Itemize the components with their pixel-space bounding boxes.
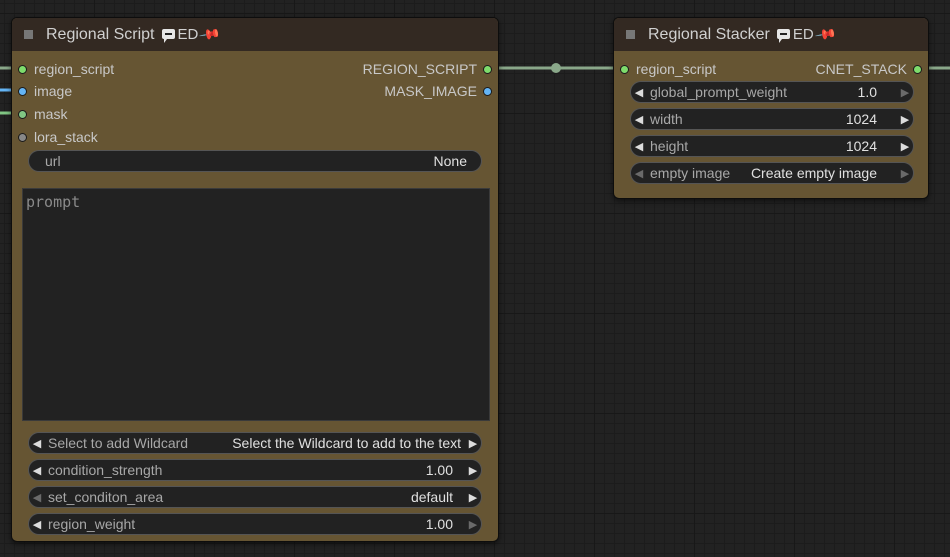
- speech-bubble-icon: [776, 28, 790, 43]
- collapse-toggle-icon[interactable]: [24, 30, 33, 39]
- width-widget[interactable]: ◀ width 1024 ▶: [630, 108, 914, 130]
- url-widget[interactable]: url None: [28, 150, 482, 172]
- output-slot-cnet-stack[interactable]: CNET_STACK: [815, 60, 928, 78]
- input-slot-region-script[interactable]: region_script: [614, 60, 716, 78]
- arrow-right-icon[interactable]: ▶: [897, 86, 913, 99]
- speech-bubble-icon: [161, 28, 175, 43]
- slot-dot-icon[interactable]: [913, 64, 922, 74]
- slot-label: image: [34, 83, 73, 99]
- badge-label: ED: [177, 26, 199, 43]
- output-slot-mask-image[interactable]: MASK_IMAGE: [384, 82, 498, 100]
- collapse-toggle-icon[interactable]: [626, 30, 635, 39]
- arrow-left-icon[interactable]: ◀: [29, 491, 45, 504]
- arrow-left-icon[interactable]: ◀: [631, 140, 647, 153]
- widget-label: condition_strength: [48, 462, 163, 478]
- input-slot-lora-stack[interactable]: lora_stack: [12, 128, 98, 146]
- badge-label: ED: [792, 26, 814, 43]
- widget-value: 1024: [845, 111, 877, 127]
- input-slot-image[interactable]: image: [12, 82, 72, 100]
- prompt-placeholder: prompt: [26, 193, 81, 211]
- widget-label: url: [45, 153, 61, 169]
- widget-value: 1.0: [857, 84, 877, 100]
- slot-label: REGION_SCRIPT: [362, 61, 477, 77]
- arrow-left-icon[interactable]: ◀: [29, 518, 45, 531]
- arrow-left-icon[interactable]: ◀: [29, 464, 45, 477]
- pushpin-icon: 📌: [813, 22, 838, 46]
- widget-value: 1.00: [425, 462, 453, 478]
- node-title: Regional Script: [46, 25, 155, 43]
- widget-value: Create empty image: [750, 165, 877, 181]
- input-slot-mask[interactable]: mask: [12, 105, 67, 123]
- slot-label: lora_stack: [34, 129, 98, 145]
- node-badge: ED 📌: [776, 23, 837, 46]
- regional-script-node[interactable]: Regional Script ED 📌 region_script image…: [11, 17, 499, 542]
- region-weight-widget[interactable]: ◀ region_weight 1.00 ▶: [28, 513, 482, 535]
- slot-dot-icon[interactable]: [18, 132, 27, 142]
- widget-label: height: [650, 138, 689, 154]
- condition-strength-widget[interactable]: ◀ condition_strength 1.00 ▶: [28, 459, 482, 481]
- slot-dot-icon[interactable]: [18, 109, 27, 119]
- widget-value: 1.00: [425, 516, 453, 532]
- widget-value: 1024: [845, 138, 877, 154]
- arrow-left-icon[interactable]: ◀: [631, 167, 647, 180]
- slot-dot-icon[interactable]: [620, 64, 629, 74]
- node-badge: ED 📌: [161, 23, 222, 46]
- slot-label: region_script: [34, 61, 115, 77]
- regional-stacker-node[interactable]: Regional Stacker ED 📌 region_script CNET…: [613, 17, 929, 199]
- arrow-right-icon[interactable]: ▶: [897, 167, 913, 180]
- link-midpoint-handle[interactable]: [551, 63, 561, 73]
- input-slot-region-script[interactable]: region_script: [12, 60, 114, 78]
- arrow-left-icon[interactable]: ◀: [631, 86, 647, 99]
- arrow-right-icon[interactable]: ▶: [465, 491, 481, 504]
- widget-value: Select the Wildcard to add to the text: [232, 435, 461, 451]
- slot-label: region_script: [636, 61, 717, 77]
- arrow-right-icon[interactable]: ▶: [897, 140, 913, 153]
- arrow-right-icon[interactable]: ▶: [465, 518, 481, 531]
- node-title: Regional Stacker: [648, 25, 770, 43]
- widget-label: Select to add Wildcard: [48, 435, 189, 451]
- pushpin-icon: 📌: [198, 22, 223, 46]
- widget-label: set_conditon_area: [48, 489, 164, 505]
- slot-label: CNET_STACK: [815, 61, 907, 77]
- global-prompt-weight-widget[interactable]: ◀ global_prompt_weight 1.0 ▶: [630, 81, 914, 103]
- arrow-right-icon[interactable]: ▶: [465, 437, 481, 450]
- slot-dot-icon[interactable]: [483, 86, 492, 96]
- slot-label: MASK_IMAGE: [384, 83, 477, 99]
- widget-label: width: [650, 111, 683, 127]
- empty-image-widget[interactable]: ◀ empty image Create empty image ▶: [630, 162, 914, 184]
- widget-label: region_weight: [48, 516, 136, 532]
- arrow-left-icon[interactable]: ◀: [29, 437, 45, 450]
- regional-script-header[interactable]: Regional Script ED 📌: [12, 18, 498, 51]
- arrow-right-icon[interactable]: ▶: [897, 113, 913, 126]
- widget-label: global_prompt_weight: [650, 84, 787, 100]
- widget-value: None: [433, 153, 467, 169]
- prompt-textarea[interactable]: prompt: [22, 188, 490, 421]
- regional-stacker-header[interactable]: Regional Stacker ED 📌: [614, 18, 928, 51]
- slot-dot-icon[interactable]: [18, 86, 27, 96]
- set-condition-area-widget[interactable]: ◀ set_conditon_area default ▶: [28, 486, 482, 508]
- arrow-left-icon[interactable]: ◀: [631, 113, 647, 126]
- arrow-right-icon[interactable]: ▶: [465, 464, 481, 477]
- slot-dot-icon[interactable]: [483, 64, 492, 74]
- output-slot-region-script[interactable]: REGION_SCRIPT: [363, 60, 498, 78]
- slot-label: mask: [34, 106, 68, 122]
- widget-label: empty image: [650, 165, 731, 181]
- height-widget[interactable]: ◀ height 1024 ▶: [630, 135, 914, 157]
- slot-dot-icon[interactable]: [18, 64, 27, 74]
- wildcard-select-widget[interactable]: ◀ Select to add Wildcard Select the Wild…: [28, 432, 482, 454]
- widget-value: default: [410, 489, 453, 505]
